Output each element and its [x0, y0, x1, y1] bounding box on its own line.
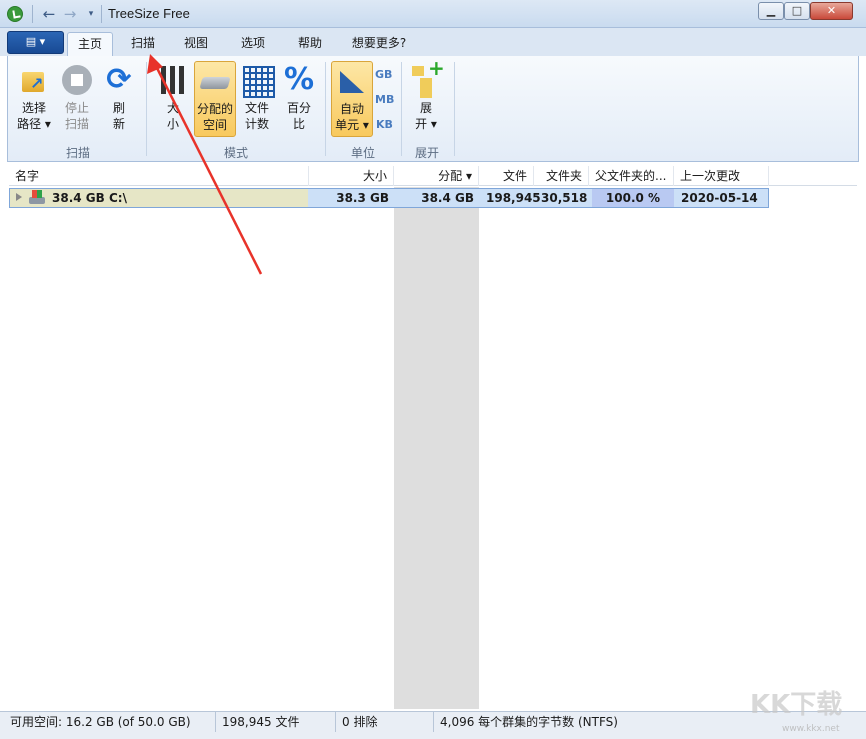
select-path-label-2: 路径 ▾ — [17, 117, 51, 131]
stop-scan-label-1: 停止 — [64, 101, 89, 115]
ribbon-panel: 选择 路径 ▾ 停止 扫描 ⟳ 刷 新 扫描 大 小 分配的 空间 文件 计数 … — [7, 56, 859, 162]
unit-gb-button[interactable]: GB — [375, 68, 392, 81]
stop-icon — [61, 64, 93, 96]
table-row[interactable]: 38.4 GB C:\ 38.3 GB 38.4 GB 198,945 30,5… — [9, 188, 769, 208]
percent-icon: % — [283, 62, 315, 97]
column-header-row: 名字 大小 分配 ▾ 文件 文件夹 父文件夹的... 上一次更改 — [9, 166, 857, 186]
refresh-icon: ⟳ — [106, 62, 132, 97]
column-size[interactable]: 大小 — [309, 166, 394, 186]
drive-icon — [29, 190, 45, 205]
unit-mb-button[interactable]: MB — [375, 93, 394, 106]
watermark-url: www.kkx.net — [782, 724, 840, 734]
status-files: 198,945 文件 — [216, 712, 336, 732]
tree-list[interactable]: 38.4 GB C:\ 38.3 GB 38.4 GB 198,945 30,5… — [9, 187, 857, 709]
folder-icon — [18, 64, 50, 96]
file-count-label-1: 文件 — [244, 101, 269, 115]
stop-scan-label-2: 扫描 — [64, 117, 89, 131]
grid-icon — [241, 64, 275, 98]
row-last-change: 2020-05-14 — [681, 191, 758, 205]
sorted-column-shade — [394, 187, 479, 709]
select-path-button[interactable]: 选择 路径 ▾ — [15, 64, 53, 136]
row-folders: 30,518 — [541, 191, 588, 205]
percent-label-2: 比 — [292, 117, 305, 131]
auto-unit-button[interactable]: 自动 单元 ▾ — [331, 61, 373, 137]
divider — [101, 5, 102, 23]
tab-help[interactable]: 帮助 — [287, 34, 333, 56]
app-icon[interactable] — [7, 6, 23, 22]
percent-label-1: 百分 — [286, 101, 311, 115]
expand-label-1: 展 — [419, 101, 432, 115]
stop-scan-button[interactable]: 停止 扫描 — [58, 64, 96, 136]
allocated-space-label-2: 空间 — [202, 118, 227, 132]
ruler-triangle-icon — [336, 65, 368, 97]
size-mode-label-2: 小 — [166, 117, 179, 131]
minimize-button[interactable]: ▁ — [758, 2, 784, 20]
mode-group-label: 模式 — [223, 146, 248, 160]
percent-button[interactable]: % 百分 比 — [280, 64, 318, 136]
auto-unit-label-1: 自动 — [339, 102, 364, 116]
expand-arrow-icon[interactable] — [16, 193, 22, 201]
scan-group-label: 扫描 — [65, 146, 90, 160]
expand-group-label: 展开 — [414, 146, 439, 160]
tab-view[interactable]: 视图 — [173, 34, 219, 56]
row-name: 38.4 GB C:\ — [52, 191, 127, 205]
column-parent-percent[interactable]: 父文件夹的... — [589, 166, 674, 186]
file-count-button[interactable]: 文件 计数 — [238, 64, 276, 136]
expand-tree-icon — [410, 60, 445, 96]
row-parent-percent: 100.0 % — [592, 189, 674, 207]
tab-want-more[interactable]: 想要更多? — [344, 34, 414, 56]
title-bar: ← → ▾ TreeSize Free ▁ □ ✕ — [0, 0, 866, 28]
allocated-space-button[interactable]: 分配的 空间 — [194, 61, 236, 137]
disk-icon — [199, 65, 231, 97]
tab-options[interactable]: 选项 — [230, 34, 276, 56]
expand-button[interactable]: 展 开 ▾ — [407, 60, 445, 136]
status-cluster-size: 4,096 每个群集的字节数 (NTFS) — [440, 715, 618, 729]
watermark-logo: KK下载 — [750, 690, 843, 720]
size-mode-label-1: 大 — [166, 101, 179, 115]
unit-group-label: 单位 — [350, 146, 375, 160]
ribbon-tab-bar: ▤ ▾ 主页 扫描 视图 选项 帮助 想要更多? — [0, 28, 866, 57]
column-allocated[interactable]: 分配 ▾ — [394, 166, 479, 186]
maximize-button[interactable]: □ — [784, 2, 810, 20]
divider — [146, 62, 147, 156]
auto-unit-label-2: 单元 ▾ — [335, 118, 369, 132]
divider — [325, 62, 326, 156]
forward-arrow-icon[interactable]: → — [61, 5, 79, 23]
quick-access-dropdown-icon[interactable]: ▾ — [82, 5, 100, 23]
refresh-label-2: 新 — [112, 117, 125, 131]
file-menu-button[interactable]: ▤ ▾ — [7, 31, 64, 54]
status-free-space: 可用空间: 16.2 GB (of 50.0 GB) — [4, 712, 216, 732]
refresh-button[interactable]: ⟳ 刷 新 — [100, 64, 138, 136]
refresh-label-1: 刷 — [112, 101, 125, 115]
row-size: 38.3 GB — [336, 191, 389, 205]
column-files[interactable]: 文件 — [479, 166, 534, 186]
row-allocated: 38.4 GB — [421, 191, 474, 205]
tab-home[interactable]: 主页 — [67, 32, 113, 57]
divider — [454, 62, 455, 156]
file-count-label-2: 计数 — [244, 117, 269, 131]
column-last-change[interactable]: 上一次更改 — [674, 166, 769, 186]
close-button[interactable]: ✕ — [810, 2, 853, 20]
window-title: TreeSize Free — [108, 6, 190, 21]
divider — [401, 62, 402, 156]
tab-scan[interactable]: 扫描 — [120, 34, 166, 56]
status-bar: 可用空间: 16.2 GB (of 50.0 GB) 198,945 文件 0 … — [0, 711, 866, 739]
row-files: 198,945 — [486, 191, 541, 205]
select-path-label-1: 选择 — [21, 101, 46, 115]
expand-label-2: 开 ▾ — [415, 117, 437, 131]
unit-kb-button[interactable]: KB — [376, 118, 393, 131]
bars-icon — [157, 64, 189, 96]
divider — [32, 5, 33, 23]
status-excluded: 0 排除 — [336, 712, 434, 732]
size-mode-button[interactable]: 大 小 — [154, 64, 192, 136]
column-folders[interactable]: 文件夹 — [534, 166, 589, 186]
allocated-space-label-1: 分配的 — [196, 102, 233, 116]
column-name[interactable]: 名字 — [9, 166, 309, 186]
back-arrow-icon[interactable]: ← — [40, 5, 58, 23]
